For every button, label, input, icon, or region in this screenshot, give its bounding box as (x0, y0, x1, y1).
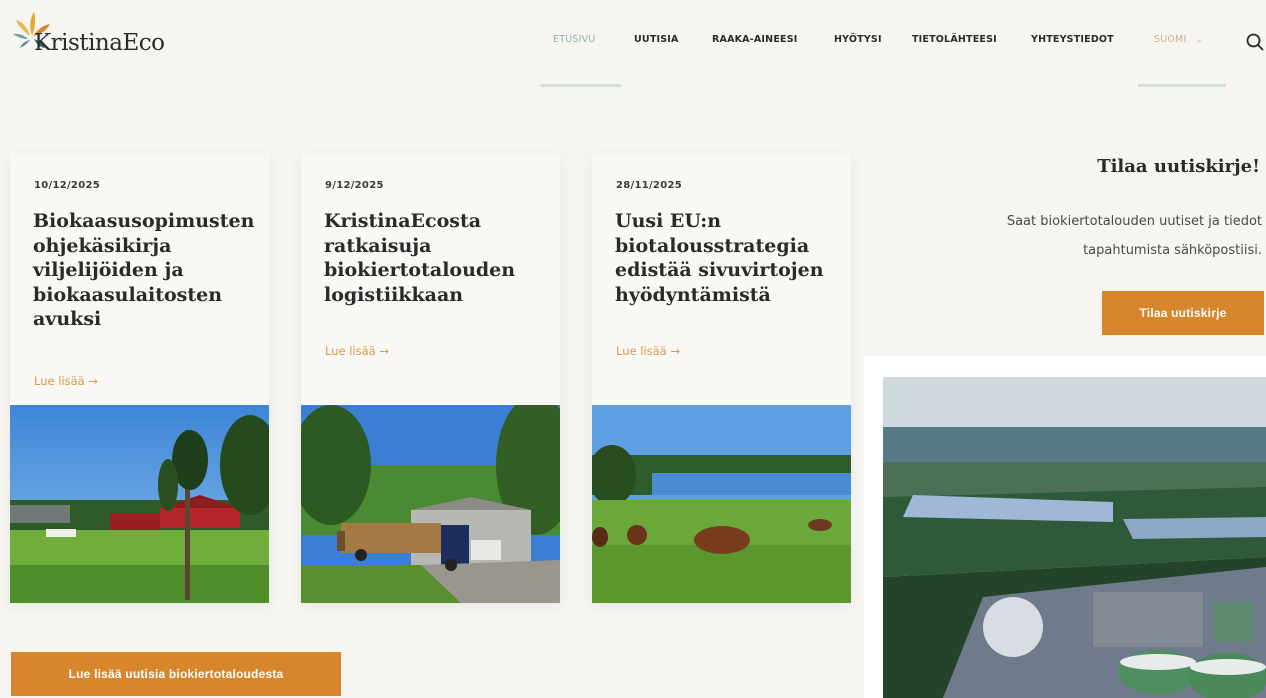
nav-uutisia[interactable]: UUTISIA (634, 34, 679, 45)
logo-text: KristinaEco (34, 30, 165, 56)
active-nav-underline (541, 84, 621, 87)
nav-etusivu[interactable]: ETUSIVU (553, 34, 595, 45)
card-image-truck[interactable] (301, 405, 560, 603)
nav-tietolahteesi[interactable]: TIETOLÄHTEESI (912, 34, 997, 45)
card-title[interactable]: Uusi EU:n biotalousstrategia edistää siv… (615, 209, 840, 307)
plant-illustration (883, 377, 1266, 698)
news-card[interactable]: 9/12/2025 KristinaEcosta ratkaisuja biok… (301, 153, 560, 603)
news-card[interactable]: 28/11/2025 Uusi EU:n biotalousstrategia … (592, 153, 851, 603)
subscribe-button[interactable]: Tilaa uutiskirje (1102, 291, 1264, 335)
news-card[interactable]: 10/12/2025 Biokaasusopimusten ohjekäsiki… (10, 153, 269, 603)
read-more-link[interactable]: Lue lisää → (616, 344, 680, 358)
search-icon[interactable] (1246, 33, 1264, 51)
card-date: 9/12/2025 (325, 180, 384, 191)
card-title[interactable]: Biokaasusopimusten ohjekäsikirja viljeli… (33, 209, 258, 332)
language-underline (1138, 84, 1226, 87)
language-label: SUOMI (1154, 34, 1187, 45)
card-date: 10/12/2025 (34, 180, 100, 191)
nav-raaka-aineesi[interactable]: RAAKA-AINEESI (712, 34, 797, 45)
card-image-farm[interactable] (10, 405, 269, 603)
logo[interactable]: KristinaEco (12, 8, 182, 58)
site-header: KristinaEco ETUSIVU UUTISIA RAAKA-AINEES… (0, 0, 1266, 96)
chevron-down-icon: ⌄ (1195, 35, 1203, 44)
read-more-link[interactable]: Lue lisää → (34, 374, 98, 388)
nav-yhteystiedot[interactable]: YHTEYSTIEDOT (1031, 34, 1114, 45)
nav-hyotysi[interactable]: HYÖTYSI (834, 34, 882, 45)
biogas-plant-image (864, 356, 1266, 698)
newsletter-text: Saat biokiertotalouden uutiset ja tiedot… (1006, 214, 1262, 258)
newsletter-title: Tilaa uutiskirje! (1097, 156, 1260, 177)
card-title[interactable]: KristinaEcosta ratkaisuja biokiertotalou… (324, 209, 549, 307)
read-more-link[interactable]: Lue lisää → (325, 344, 389, 358)
card-image-cows[interactable] (592, 405, 851, 603)
card-date: 28/11/2025 (616, 180, 682, 191)
more-news-button[interactable]: Lue lisää uutisia biokiertotaloudesta (11, 652, 341, 696)
language-selector[interactable]: SUOMI ⌄ (1154, 34, 1203, 45)
